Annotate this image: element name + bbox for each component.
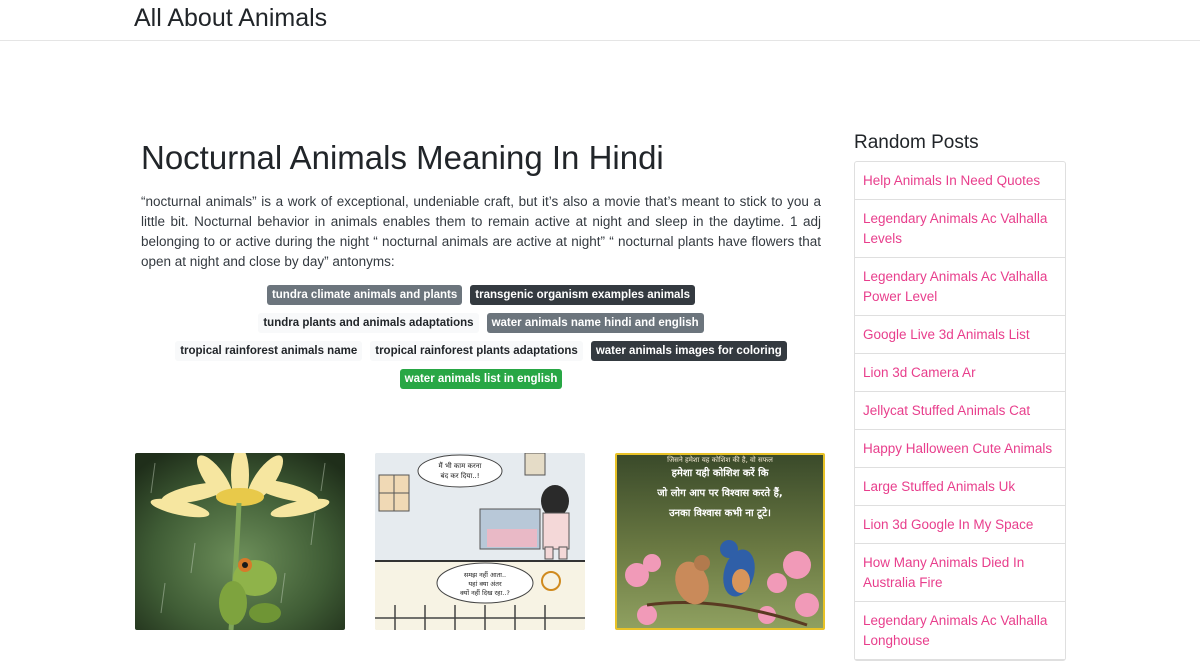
random-post-link[interactable]: Legendary Animals Ac Valhalla Levels [863,211,1047,246]
tag-row: tropical rainforest animals name tropica… [141,341,821,361]
sidebar-title: Random Posts [854,132,979,153]
random-post-link[interactable]: Lion 3d Google In My Space [863,517,1033,532]
quote-text: जिसने हमेशा यह कोशिश की है, वो सफल [667,455,773,464]
article-title: Nocturnal Animals Meaning In Hindi [141,139,664,176]
quote-thumbnail[interactable]: जिसने हमेशा यह कोशिश की है, वो सफल हमेशा… [615,453,825,630]
random-post-link[interactable]: Legendary Animals Ac Valhalla Longhouse [863,613,1047,648]
list-item: Legendary Animals Ac Valhalla Power Leve… [855,258,1065,316]
navbar: All About Animals [0,0,1200,41]
random-post-link[interactable]: Google Live 3d Animals List [863,327,1030,342]
list-item: Legendary Animals Ac Valhalla Longhouse [855,602,1065,660]
list-item: Happy Halloween Cute Animals [855,430,1065,468]
list-item: Jellycat Stuffed Animals Cat [855,392,1065,430]
tag-cloud: tundra climate animals and plants transg… [141,285,821,397]
tag-link[interactable]: tundra climate animals and plants [266,285,463,305]
tag-link[interactable]: tundra plants and animals adaptations [258,313,479,333]
tag-link[interactable]: transgenic organism examples animals [470,285,696,305]
random-post-link[interactable]: Jellycat Stuffed Animals Cat [863,403,1030,418]
list-item: Large Stuffed Animals Uk [855,468,1065,506]
comic-bubble-text: मैं भी काम करना [439,461,482,470]
list-item: Google Live 3d Animals List [855,316,1065,354]
tag-link[interactable]: water animals list in english [399,369,563,389]
list-item: Help Animals In Need Quotes [855,162,1065,200]
site-brand-link[interactable]: All About Animals [134,3,327,33]
comic-thumbnail[interactable]: मैं भी काम करना बंद कर दिया..! समझ नहीं … [375,453,585,630]
tag-row: tundra climate animals and plants transg… [141,285,821,305]
quote-text: उनका विश्वास कभी ना टूटे। [668,506,771,520]
quote-text: हमेशा यही कोशिश करें कि [671,466,770,479]
comic-image: मैं भी काम करना बंद कर दिया..! समझ नहीं … [375,453,585,630]
tag-row: water animals list in english [141,369,821,389]
random-post-link[interactable]: Happy Halloween Cute Animals [863,441,1052,456]
random-post-link[interactable]: Lion 3d Camera Ar [863,365,976,380]
random-post-link[interactable]: How Many Animals Died In Australia Fire [863,555,1024,590]
list-item: Legendary Animals Ac Valhalla Levels [855,200,1065,258]
comic-bubble-text: यहां क्या अंतर [468,580,502,588]
article: Nocturnal Animals Meaning In Hindi “noct… [141,138,821,272]
list-item: Lion 3d Google In My Space [855,506,1065,544]
article-description: “nocturnal animals” is a work of excepti… [141,194,821,269]
tag-link[interactable]: water animals images for coloring [590,341,787,361]
list-item: How Many Animals Died In Australia Fire [855,544,1065,602]
quote-image: जिसने हमेशा यह कोशिश की है, वो सफल हमेशा… [617,455,823,628]
tag-row: tundra plants and animals adaptations wa… [141,313,821,333]
random-posts-list: Help Animals In Need Quotes Legendary An… [854,161,1066,661]
random-post-link[interactable]: Legendary Animals Ac Valhalla Power Leve… [863,269,1047,304]
frog-flower-thumbnail[interactable] [135,453,345,630]
tag-link[interactable]: tropical rainforest plants adaptations [370,341,583,361]
comic-bubble-text: समझ नहीं आता.. [464,571,506,579]
tag-link[interactable]: water animals name hindi and english [486,313,704,333]
random-post-link[interactable]: Help Animals In Need Quotes [863,173,1040,188]
comic-bubble-text: बंद कर दिया..! [440,471,479,480]
comic-bubble-text: क्यों नहीं दिख रहा..? [460,589,510,597]
random-post-link[interactable]: Large Stuffed Animals Uk [863,479,1015,494]
list-item: Lion 3d Camera Ar [855,354,1065,392]
quote-text: जो लोग आप पर विश्वास करते हैं, [656,486,782,499]
random-posts-sidebar: Random Posts Help Animals In Need Quotes… [854,131,1066,661]
tag-link[interactable]: tropical rainforest animals name [175,341,363,361]
frog-flower-image [135,453,345,630]
